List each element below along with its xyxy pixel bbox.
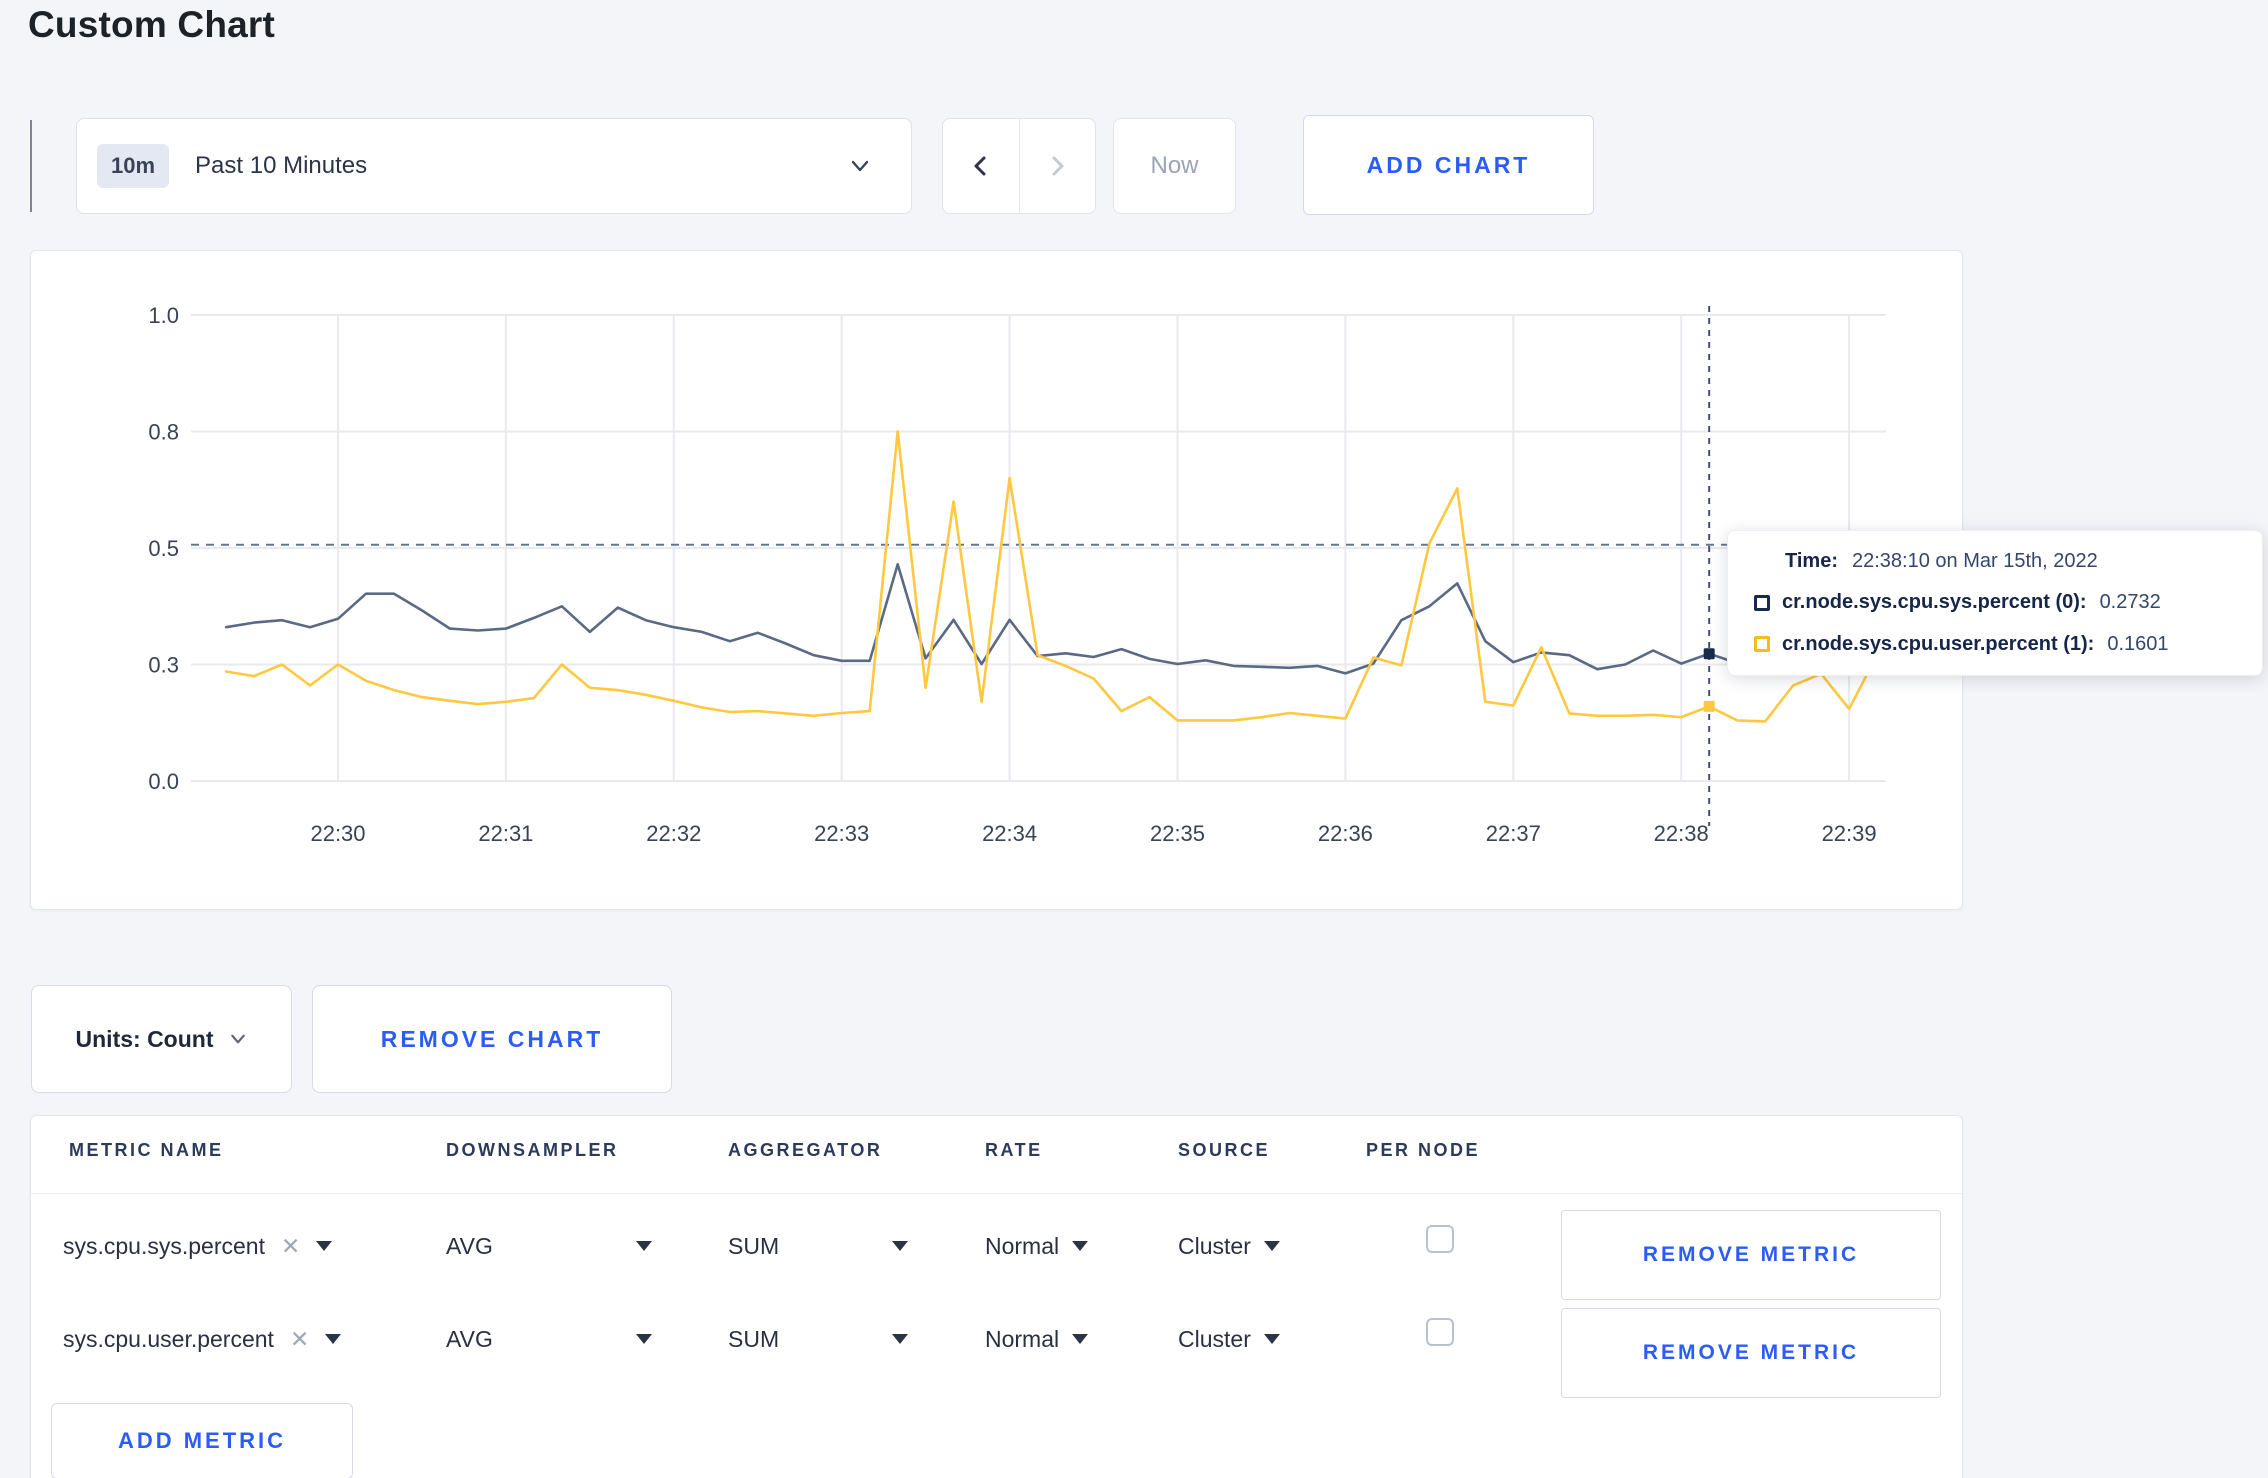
custom-chart-page: Custom Chart 10m Past 10 Minutes Now ADD… — [0, 0, 2268, 1478]
now-button[interactable]: Now — [1113, 118, 1236, 214]
caret-down-icon — [1072, 1334, 1089, 1344]
per-node-checkbox[interactable] — [1426, 1225, 1454, 1253]
per-node-checkbox[interactable] — [1426, 1318, 1454, 1346]
units-label: Units: Count — [75, 1025, 214, 1052]
caret-down-icon — [892, 1241, 908, 1251]
caret-down-icon — [636, 1334, 652, 1344]
toolbar-left-rule — [30, 120, 32, 212]
series-user-swatch-icon — [1754, 636, 1770, 653]
series-sys-swatch-icon — [1754, 594, 1770, 611]
svg-text:22:38: 22:38 — [1654, 821, 1709, 846]
svg-text:1.0: 1.0 — [148, 303, 179, 328]
svg-text:22:34: 22:34 — [982, 821, 1037, 846]
metric-name-dropdown[interactable]: sys.cpu.user.percent ✕ — [63, 1316, 342, 1362]
source-value: Cluster — [1178, 1232, 1251, 1259]
downsampler-dropdown[interactable]: AVG — [446, 1316, 652, 1362]
svg-text:22:33: 22:33 — [814, 821, 869, 846]
metric-name-dropdown[interactable]: sys.cpu.sys.percent ✕ — [63, 1223, 333, 1269]
svg-text:0.0: 0.0 — [148, 769, 179, 794]
header-downsampler: DOWNSAMPLER — [446, 1140, 619, 1160]
add-metric-button[interactable]: ADD METRIC — [51, 1403, 353, 1478]
tooltip-series-name: cr.node.sys.cpu.sys.percent (0): — [1782, 591, 2087, 614]
source-dropdown[interactable]: Cluster — [1178, 1223, 1280, 1269]
header-per-node: PER NODE — [1366, 1140, 1481, 1160]
downsampler-value: AVG — [446, 1325, 493, 1352]
remove-metric-button[interactable]: REMOVE METRIC — [1561, 1308, 1941, 1398]
aggregator-dropdown[interactable]: SUM — [728, 1223, 908, 1269]
caret-down-icon — [1263, 1241, 1280, 1251]
svg-text:22:36: 22:36 — [1318, 821, 1373, 846]
chevron-down-icon — [231, 1034, 246, 1044]
rate-value: Normal — [985, 1232, 1060, 1259]
tooltip-time-row: Time: 22:38:10 on Mar 15th, 2022 — [1728, 550, 2262, 573]
caret-down-icon — [636, 1241, 652, 1251]
chart-tooltip: Time: 22:38:10 on Mar 15th, 2022 cr.node… — [1727, 530, 2263, 676]
caret-down-icon — [325, 1334, 342, 1344]
time-next-button[interactable] — [1018, 119, 1096, 213]
aggregator-value: SUM — [728, 1232, 780, 1259]
caret-down-icon — [316, 1241, 333, 1251]
header-rate: RATE — [985, 1140, 1043, 1160]
tooltip-time-label: Time: — [1785, 550, 1838, 573]
chart-card: 0.0 0.3 0.5 0.8 1.0 22:30 22:31 22:32 22:33 22:34… — [30, 250, 1963, 910]
time-prev-button[interactable] — [943, 119, 1019, 213]
caret-down-icon — [1263, 1334, 1280, 1344]
units-dropdown[interactable]: Units: Count — [31, 985, 292, 1093]
time-range-dropdown[interactable]: 10m Past 10 Minutes — [76, 118, 912, 214]
remove-chart-button[interactable]: REMOVE CHART — [312, 985, 672, 1093]
clear-metric-icon[interactable]: ✕ — [290, 1326, 309, 1353]
chevron-down-icon — [851, 160, 869, 172]
tooltip-series-value: 0.1601 — [2107, 632, 2169, 655]
caret-down-icon — [1072, 1241, 1089, 1251]
tooltip-series-row: cr.node.sys.cpu.user.percent (1): 0.1601 — [1728, 633, 2262, 656]
header-aggregator: AGGREGATOR — [728, 1140, 883, 1160]
chevron-right-icon — [1052, 156, 1064, 176]
tooltip-time-value: 22:38:10 on Mar 15th, 2022 — [1851, 550, 2098, 573]
metric-name-value: sys.cpu.sys.percent — [63, 1232, 265, 1259]
page-title: Custom Chart — [28, 4, 276, 45]
clear-metric-icon[interactable]: ✕ — [281, 1233, 300, 1260]
svg-text:22:37: 22:37 — [1486, 821, 1541, 846]
aggregator-dropdown[interactable]: SUM — [728, 1316, 908, 1362]
svg-text:22:30: 22:30 — [310, 821, 365, 846]
chevron-left-icon — [974, 156, 986, 176]
downsampler-dropdown[interactable]: AVG — [446, 1223, 652, 1269]
source-dropdown[interactable]: Cluster — [1178, 1316, 1280, 1362]
time-nav-group — [942, 118, 1096, 214]
metric-name-value: sys.cpu.user.percent — [63, 1325, 274, 1352]
header-metric-name: METRIC NAME — [69, 1140, 224, 1160]
source-value: Cluster — [1178, 1325, 1251, 1352]
tooltip-series-value: 0.2732 — [2099, 591, 2161, 614]
downsampler-value: AVG — [446, 1232, 493, 1259]
svg-text:22:39: 22:39 — [1822, 821, 1877, 846]
rate-dropdown[interactable]: Normal — [985, 1223, 1089, 1269]
caret-down-icon — [892, 1334, 908, 1344]
add-chart-button[interactable]: ADD CHART — [1303, 115, 1594, 215]
metrics-table-header: METRIC NAME DOWNSAMPLER AGGREGATOR RATE … — [31, 1116, 1962, 1194]
rate-value: Normal — [985, 1325, 1060, 1352]
chart-canvas[interactable]: 0.0 0.3 0.5 0.8 1.0 22:30 22:31 22:32 22:33 22:34… — [31, 251, 1962, 909]
svg-text:0.3: 0.3 — [148, 653, 179, 678]
header-source: SOURCE — [1178, 1140, 1271, 1160]
aggregator-value: SUM — [728, 1325, 780, 1352]
remove-metric-button[interactable]: REMOVE METRIC — [1561, 1210, 1941, 1300]
time-range-badge: 10m — [97, 144, 170, 188]
time-range-label: Past 10 Minutes — [195, 152, 368, 179]
rate-dropdown[interactable]: Normal — [985, 1316, 1089, 1362]
tooltip-series-row: cr.node.sys.cpu.sys.percent (0): 0.2732 — [1728, 591, 2262, 614]
svg-text:0.5: 0.5 — [148, 536, 179, 561]
svg-text:22:32: 22:32 — [646, 821, 701, 846]
tooltip-series-name: cr.node.sys.cpu.user.percent (1): — [1782, 632, 2095, 655]
svg-text:22:35: 22:35 — [1150, 821, 1205, 846]
svg-text:22:31: 22:31 — [478, 821, 533, 846]
svg-text:0.8: 0.8 — [148, 420, 179, 445]
metrics-table: METRIC NAME DOWNSAMPLER AGGREGATOR RATE … — [30, 1115, 1963, 1478]
